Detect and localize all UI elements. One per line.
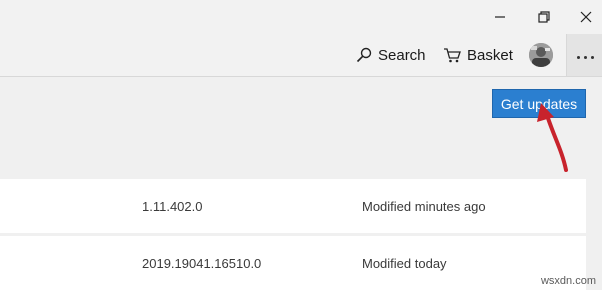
watermark: wsxdn.com — [540, 275, 596, 287]
annotation-arrow — [537, 103, 568, 172]
